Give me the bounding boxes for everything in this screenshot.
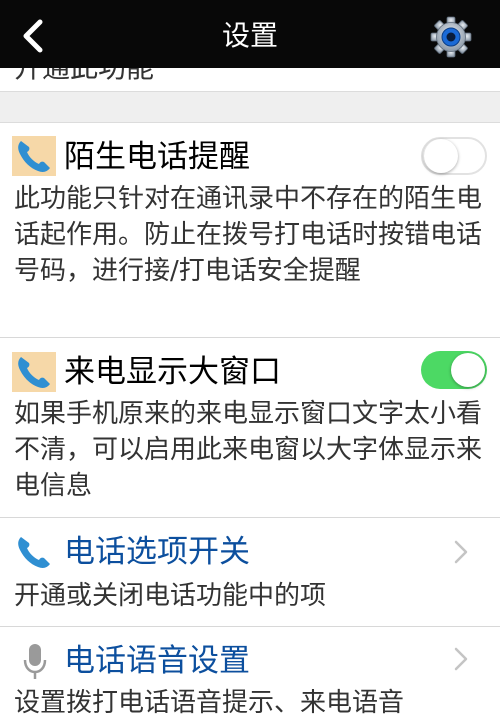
toggle-knob: [424, 139, 458, 173]
setting-title: 陌生电话提醒: [64, 139, 250, 175]
previous-item-description: 开通此功能: [14, 68, 484, 90]
setting-description: 开通或关闭电话功能中的项: [14, 581, 327, 611]
phone-icon: [12, 352, 56, 392]
chevron-right-icon[interactable]: [452, 645, 470, 673]
page-title: 设置: [221, 19, 278, 52]
setting-row-stranger-call-alert[interactable]: 陌生电话提醒 此功能只针对在通讯录中不存在的陌生电话起作用。防止在拨号打电话时按…: [0, 123, 500, 338]
stranger-call-alert-toggle[interactable]: [421, 137, 487, 175]
microphone-icon: [23, 644, 47, 679]
setting-title: 电话语音设置: [64, 643, 250, 679]
setting-row-large-caller-window[interactable]: 来电显示大窗口 如果手机原来的来电显示窗口文字太小看不清，可以启用此来电窗以大字…: [0, 338, 500, 518]
chevron-right-icon[interactable]: [452, 538, 470, 566]
toggle-knob: [451, 353, 485, 387]
setting-title: 电话选项开关: [64, 534, 250, 570]
large-caller-window-toggle[interactable]: [421, 351, 487, 389]
setting-row-phone-options[interactable]: 电话选项开关 开通或关闭电话功能中的项: [0, 518, 500, 627]
section-divider: [0, 91, 500, 123]
setting-description: 设置拨打电话语音提示、来电语音: [14, 688, 405, 718]
gear-icon[interactable]: [428, 16, 474, 58]
setting-title: 来电显示大窗口: [64, 354, 281, 390]
phone-icon: [12, 136, 56, 176]
phone-icon: [18, 537, 50, 568]
setting-description: 如果手机原来的来电显示窗口文字太小看不清，可以启用此来电窗以大字体显示来电信息: [14, 399, 483, 501]
setting-row-phone-voice[interactable]: 电话语音设置 设置拨打电话语音提示、来电语音: [0, 627, 500, 718]
top-bar: 设置: [0, 0, 500, 68]
setting-description: 此功能只针对在通讯录中不存在的陌生电话起作用。防止在拨号打电话时按错电话号码，进…: [14, 184, 483, 286]
